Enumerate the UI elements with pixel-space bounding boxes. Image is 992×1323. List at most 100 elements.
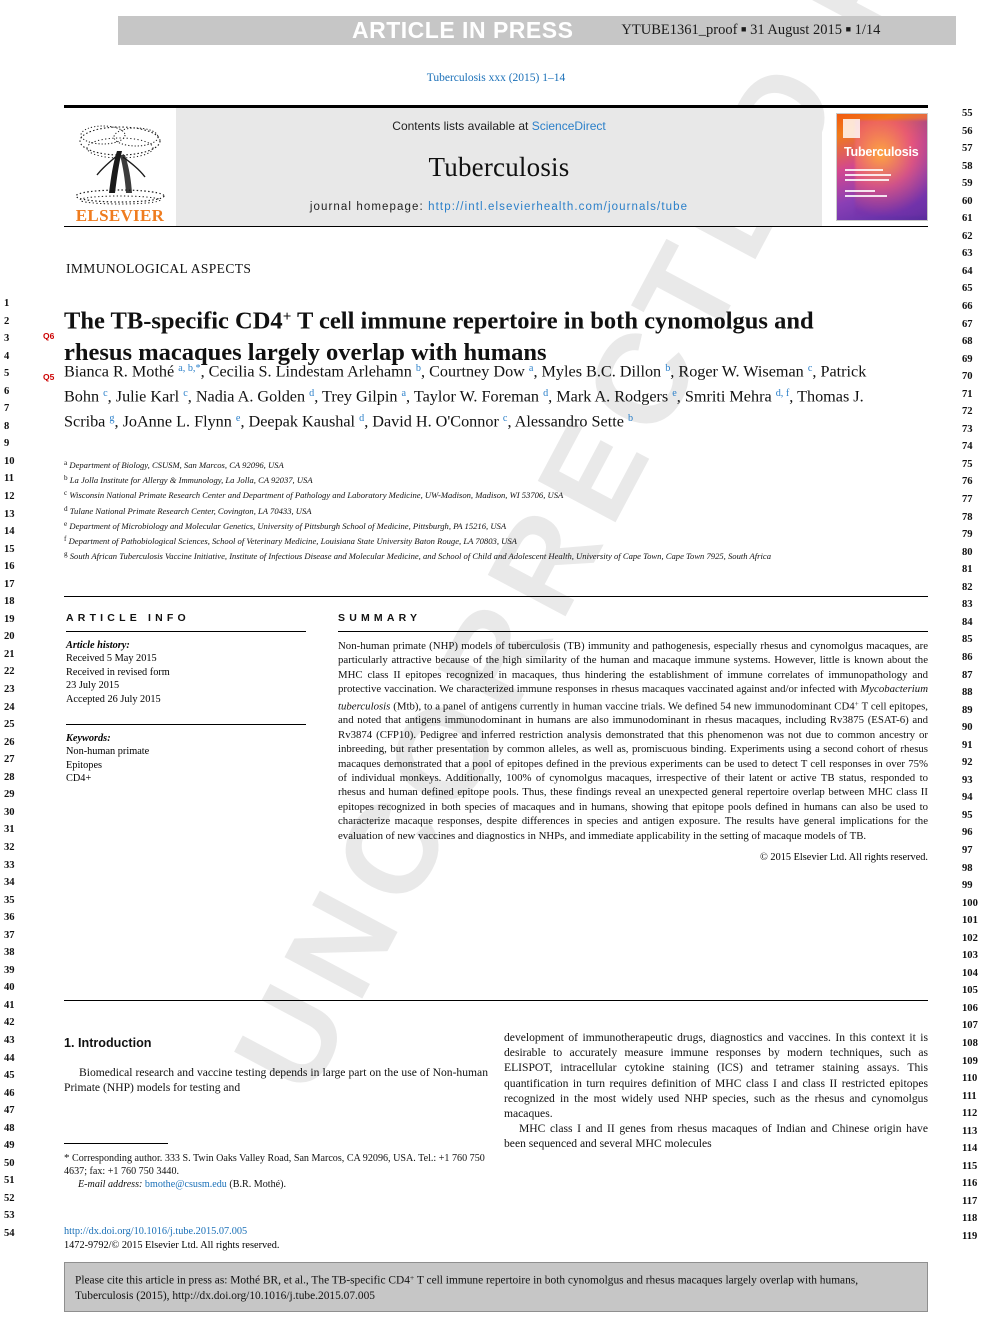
doi-link[interactable]: http://dx.doi.org/10.1016/j.tube.2015.07… (64, 1225, 504, 1239)
journal-cover-thumbnail: Tuberculosis (836, 113, 928, 221)
line-number: 35 (4, 894, 15, 906)
line-number: 105 (962, 985, 978, 997)
line-number: 36 (4, 912, 15, 924)
line-number: 74 (962, 441, 973, 453)
affiliation-text: Wisconsin National Primate Research Cent… (69, 490, 564, 501)
journal-page: ARTICLE IN PRESS YTUBE1361_proof ■ 31 Au… (0, 0, 992, 1323)
body-paragraph-continued: development of immunotherapeutic drugs, … (504, 1031, 928, 1121)
affiliation-label: d (64, 504, 68, 513)
line-number: 75 (962, 458, 973, 470)
line-number: 65 (962, 283, 973, 295)
article-info-heading: ARTICLE INFO (66, 612, 190, 624)
affiliation-list: a Department of Biology, CSUSM, San Marc… (64, 457, 944, 564)
affiliation-text: South African Tuberculosis Vaccine Initi… (69, 551, 772, 562)
masthead-right: Tuberculosis (822, 108, 928, 226)
line-number: 82 (962, 581, 973, 593)
affiliation-text: Tulane National Primate Research Center,… (69, 505, 312, 516)
line-numbers-left: 1 2 3 4 5 6 7 8 9 10 11 12 13 14 15 16 17 18 19 20 21 22 23 24 2… (4, 295, 30, 1243)
line-number: 46 (4, 1087, 15, 1099)
line-number: 26 (4, 736, 15, 748)
line-number: 119 (962, 1231, 978, 1242)
article-info-divider (66, 631, 306, 632)
query-tag-q5[interactable]: Q5 (43, 372, 54, 382)
line-number: 83 (962, 599, 973, 611)
title-part-2: T cell immune repertoire in both cynomol… (291, 308, 768, 335)
cite-prefix: Please cite this article in press as: Mo… (75, 1274, 410, 1287)
line-number: 118 (962, 1213, 978, 1225)
proof-separator-1: ■ (741, 24, 747, 34)
affiliation-label: e (64, 519, 68, 528)
line-number: 20 (4, 631, 15, 643)
line-number: 97 (962, 844, 973, 856)
line-number: 113 (962, 1125, 978, 1137)
line-number: 44 (4, 1052, 15, 1064)
line-number: 78 (962, 511, 973, 523)
line-number: 40 (4, 982, 15, 994)
line-number: 15 (4, 543, 15, 555)
keywords-divider (66, 724, 306, 726)
journal-homepage-line: journal homepage: http://intl.elsevierhe… (310, 201, 688, 213)
line-number: 18 (4, 596, 15, 608)
cover-text-line (845, 195, 887, 198)
line-number: 63 (962, 248, 973, 260)
line-number: 110 (962, 1073, 978, 1085)
line-number: 58 (962, 160, 973, 172)
line-number: 59 (962, 178, 973, 190)
line-number: 94 (962, 792, 973, 804)
line-number: 19 (4, 613, 15, 625)
line-number: 86 (962, 651, 973, 663)
line-number: 112 (962, 1108, 978, 1120)
line-number: 107 (962, 1020, 978, 1032)
query-tag-q6[interactable]: Q6 (43, 331, 54, 341)
abstract-block-rule-bottom (64, 1000, 928, 1002)
email-address-link[interactable]: bmothe@csusm.edu (145, 1179, 227, 1190)
article-info-spacer (66, 706, 306, 724)
line-number: 69 (962, 353, 973, 365)
sciencedirect-link[interactable]: ScienceDirect (532, 119, 606, 133)
line-number: 104 (962, 967, 978, 979)
line-number: 32 (4, 841, 15, 853)
line-number: 61 (962, 213, 973, 225)
summary-divider (338, 631, 928, 632)
journal-homepage-url[interactable]: http://intl.elsevierhealth.com/journals/… (428, 201, 688, 213)
keywords-label: Keywords: (66, 733, 111, 745)
article-in-press-bar: ARTICLE IN PRESS YTUBE1361_proof ■ 31 Au… (118, 16, 956, 45)
line-number: 64 (962, 265, 973, 277)
introduction-paragraph: Biomedical research and vaccine testing … (64, 1066, 488, 1095)
elsevier-tree-icon (75, 125, 165, 205)
proof-separator-2: ■ (845, 24, 852, 34)
line-number: 43 (4, 1034, 15, 1046)
line-number: 24 (4, 701, 15, 713)
line-number: 84 (962, 616, 973, 628)
line-number: 9 (4, 438, 10, 450)
affiliation-text: La Jolla Institute for Allergy & Immunol… (69, 475, 313, 486)
line-numbers-right: 55 56 57 58 59 60 61 62 63 64 65 66 67 68 69 70 71 72 73 74… (962, 105, 990, 1246)
article-history-line: Accepted 26 July 2015 (66, 693, 161, 705)
cover-text-line (845, 174, 891, 177)
line-number: 45 (4, 1070, 15, 1082)
line-number: 54 (4, 1227, 15, 1239)
email-address-label: E-mail address: (78, 1179, 143, 1191)
issn-copyright-line: 1472-9792/© 2015 Elsevier Ltd. All right… (64, 1239, 280, 1251)
line-number: 99 (962, 880, 973, 892)
line-number: 10 (4, 455, 15, 467)
journal-reference-line: Tuberculosis xxx (2015) 1–14 (426, 72, 566, 84)
line-number: 53 (4, 1210, 15, 1222)
journal-masthead: ELSEVIER Contents lists available at Sci… (64, 108, 928, 226)
article-info-column: ARTICLE INFO Article history: Received 5… (66, 612, 306, 786)
line-number: 90 (962, 722, 973, 734)
article-history-line: Received in revised form (66, 666, 170, 678)
body-column-left: 1. Introduction Biomedical research and … (64, 1036, 488, 1096)
line-number: 6 (4, 385, 10, 397)
line-number: 72 (962, 406, 973, 418)
line-number: 22 (4, 666, 15, 678)
email-owner: (B.R. Mothé). (229, 1179, 286, 1191)
elsevier-wordmark: ELSEVIER (75, 206, 165, 225)
affiliation-item: f Department of Pathobiological Sciences… (64, 533, 944, 548)
line-number: 115 (962, 1160, 978, 1172)
line-number: 8 (4, 420, 10, 432)
line-number: 106 (962, 1002, 978, 1014)
please-cite-box: Please cite this article in press as: Mo… (64, 1262, 928, 1312)
body-paragraph-mhc: MHC class I and II genes from rhesus mac… (504, 1122, 928, 1151)
cover-title: Tuberculosis (844, 145, 919, 159)
